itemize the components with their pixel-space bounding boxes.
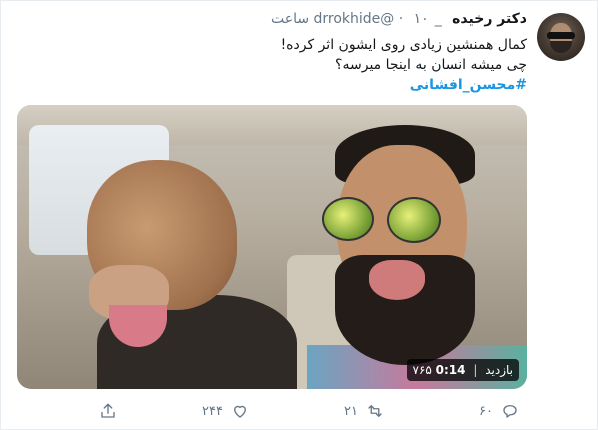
retweet-icon <box>368 405 382 417</box>
retweet-button[interactable]: ۲۱ <box>344 399 384 423</box>
share-button[interactable] <box>99 399 117 423</box>
tweet-dot: · <box>398 11 404 27</box>
like-button[interactable]: ۲۴۴ <box>202 399 249 423</box>
man-mouth <box>369 260 425 300</box>
avatar-beard <box>550 41 572 53</box>
tweet-text: کمال همنشین زیادی روی ایشون اثر کرده! چی… <box>27 35 527 95</box>
tweet-text-line-2: چی میشه انسان به اینجا میرسه؟ <box>335 57 527 73</box>
reply-button[interactable]: ۶۰ <box>479 399 519 423</box>
like-icon <box>234 405 246 418</box>
hashtag-link[interactable]: #محسن_افشانی <box>27 75 527 95</box>
avatar-glasses <box>547 32 575 39</box>
sunglasses-left-lens <box>322 197 374 241</box>
sunglasses-right-lens <box>387 197 441 243</box>
tweet-video[interactable]: ۷۶۵ بازدید | 0:14 <box>17 105 527 389</box>
retweet-count: ۲۱ <box>344 403 358 419</box>
like-count: ۲۴۴ <box>202 403 223 419</box>
author-display-name[interactable]: دکتر رخیده <box>452 11 527 27</box>
tweet-actions: ۲۴۴ ۲۱ ۶۰ <box>99 399 529 423</box>
tweet-text-line-1: کمال همنشین زیادی روی ایشون اثر کرده! <box>280 37 527 53</box>
badge-separator: | <box>473 363 478 377</box>
video-duration: 0:14 <box>435 363 466 377</box>
reply-count: ۶۰ <box>479 403 493 419</box>
video-info-badge: ۷۶۵ بازدید | 0:14 <box>406 359 519 381</box>
reply-icon <box>503 405 517 418</box>
share-icon <box>101 403 115 418</box>
author-avatar[interactable] <box>537 13 585 61</box>
tweet-header: دکتر رخیده _drrokhide@ · ۱۰ ساعت <box>271 11 527 27</box>
tweet-card[interactable]: دکتر رخیده _drrokhide@ · ۱۰ ساعت کمال هم… <box>0 0 598 430</box>
